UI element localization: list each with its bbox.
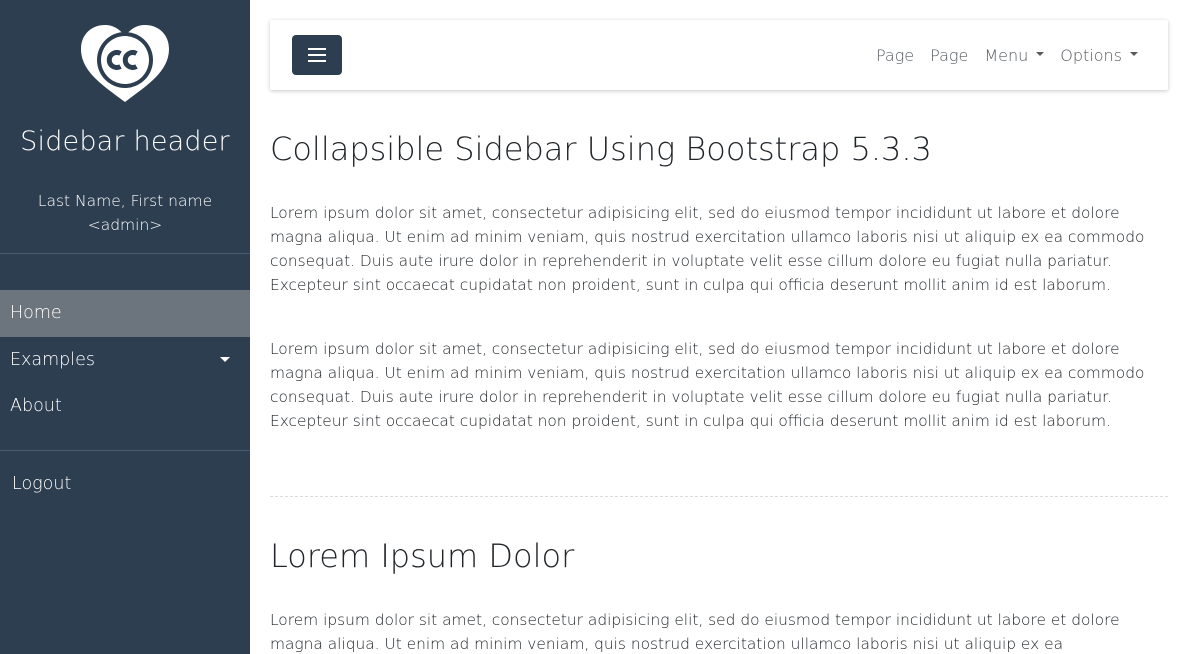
caret-down-icon	[220, 357, 230, 362]
caret-down-icon	[1130, 52, 1138, 56]
section-title: Lorem Ipsum Dolor	[270, 537, 575, 575]
body-paragraph: Lorem ipsum dolor sit amet, consectetur …	[270, 340, 1145, 430]
navbar-links: Page Page Menu Options	[860, 20, 1138, 90]
top-navbar: Page Page Menu Options	[270, 20, 1168, 90]
menu-dropdown[interactable]: Menu	[984, 45, 1045, 65]
hamburger-icon	[308, 47, 326, 63]
sidebar-item-label: Home	[10, 303, 62, 323]
section-divider	[270, 496, 1168, 497]
logout-link[interactable]: Logout	[12, 474, 71, 494]
user-role: <admin>	[87, 216, 163, 234]
sidebar-header-title: Sidebar header	[20, 126, 230, 157]
user-info: Last Name, First name <admin>	[0, 189, 250, 237]
caret-down-icon	[1036, 52, 1045, 56]
nav-link-page[interactable]: Page	[876, 46, 914, 65]
nav-link-page-2[interactable]: Page	[930, 46, 968, 65]
options-dropdown-label: Options	[1060, 45, 1122, 65]
creative-commons-heart-logo-icon	[78, 22, 172, 106]
body-paragraph: Lorem ipsum dolor sit amet, consectetur …	[270, 611, 1120, 653]
page-title: Collapsible Sidebar Using Bootstrap 5.3.…	[270, 130, 932, 168]
sidebar-divider	[0, 253, 250, 254]
sidebar-divider	[0, 450, 250, 451]
sidebar-item-home[interactable]: Home	[0, 290, 250, 337]
user-name: Last Name, First name	[37, 192, 213, 210]
sidebar-item-about[interactable]: About	[0, 383, 250, 430]
sidebar-item-label: About	[10, 396, 62, 416]
menu-dropdown-label: Menu	[984, 45, 1029, 65]
body-paragraph: Lorem ipsum dolor sit amet, consectetur …	[270, 204, 1145, 294]
sidebar-item-label: Examples	[10, 350, 96, 370]
sidebar-item-examples[interactable]: Examples	[0, 337, 250, 384]
sidebar: Sidebar header Last Name, First name <ad…	[0, 0, 250, 654]
options-dropdown[interactable]: Options	[1060, 46, 1138, 65]
sidebar-toggle-button[interactable]	[292, 35, 342, 75]
